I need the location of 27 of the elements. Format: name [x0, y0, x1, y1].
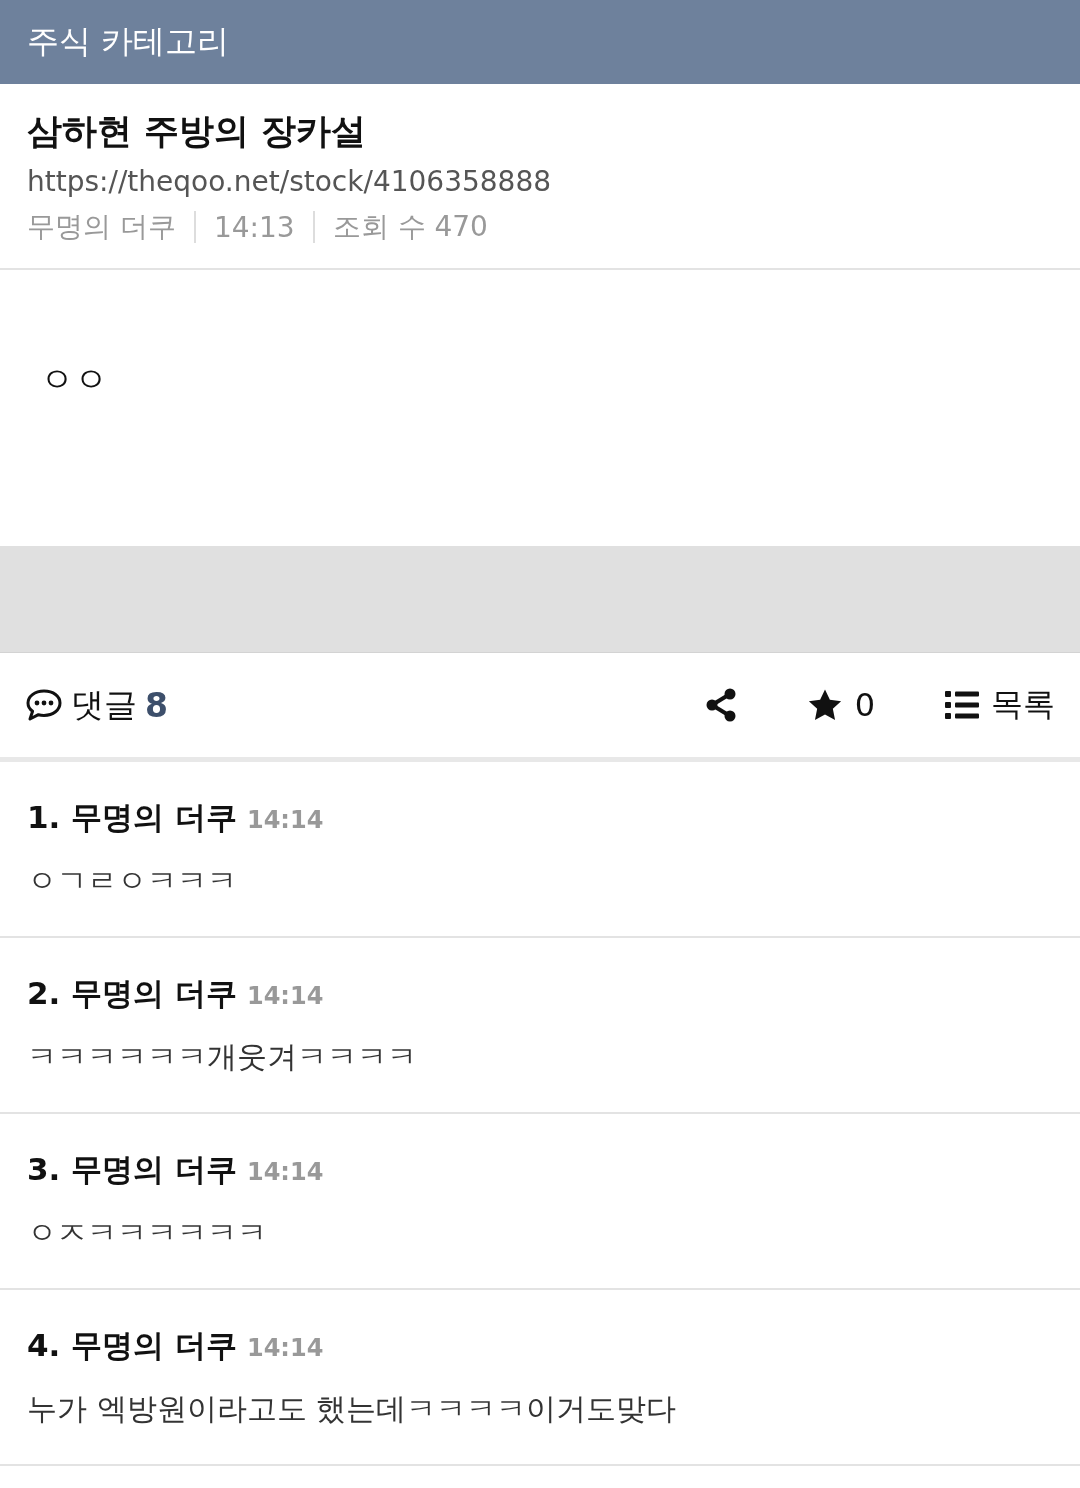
comment-time: 14:14 — [246, 981, 324, 1010]
comment-text: ㅇㄱㄹㅇㅋㅋㅋ — [27, 861, 238, 900]
comments-count: 8 — [145, 685, 168, 725]
star-icon — [806, 688, 843, 722]
comments-label: 댓글 — [71, 683, 137, 726]
comment-text: ㅇㅈㅋㅋㅋㅋㅋㅋ — [27, 1213, 268, 1252]
post-url: https://theqoo.net/stock/4106358888 — [27, 165, 553, 198]
comment-author: 4. 무명의 더쿠 — [27, 1325, 237, 1365]
comment-time: 14:14 — [246, 1333, 324, 1362]
comment-icon — [25, 688, 63, 722]
post-body: ㅇㅇ — [40, 358, 108, 401]
category-title: 주식 카테고리 — [27, 21, 230, 62]
comment-text: 누가 엑방원이라고도 했는데ㅋㅋㅋㅋ이거도맞다 — [27, 1389, 678, 1428]
share-button[interactable] — [704, 688, 737, 722]
comment-text: ㅋㅋㅋㅋㅋㅋ개웃겨ㅋㅋㅋㅋ — [27, 1037, 418, 1076]
comment-author: 3. 무명의 더쿠 — [27, 1149, 237, 1189]
list-button[interactable]: 목록 — [945, 683, 1055, 727]
list-icon — [945, 691, 979, 719]
post-meta: 조회 수 470 — [332, 209, 488, 245]
star-button[interactable]: 0 — [806, 686, 875, 724]
comment-time: 14:14 — [246, 1157, 324, 1186]
comment-author: 1. 무명의 더쿠 — [27, 797, 237, 837]
post-meta: 14:13 — [213, 210, 295, 244]
post-meta: 무명의 더쿠 — [27, 209, 176, 245]
comment-author: 2. 무명의 더쿠 — [27, 973, 237, 1013]
post-title: 삼하현 주방의 장카설 — [27, 110, 368, 153]
comment-time: 14:14 — [246, 805, 324, 834]
